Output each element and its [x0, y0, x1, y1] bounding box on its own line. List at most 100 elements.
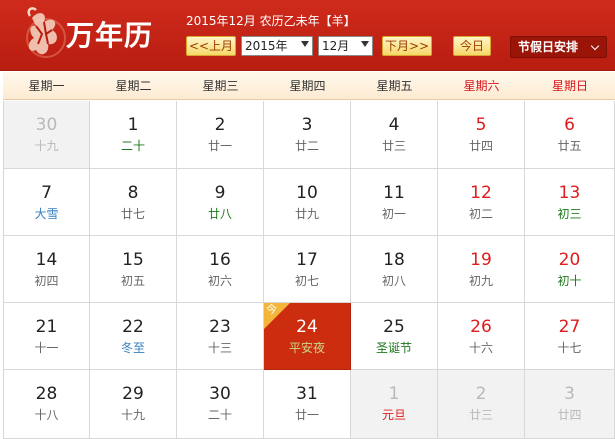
lunar-date: 廿二 [294, 139, 319, 153]
weekday-label: 星期五 [376, 79, 413, 93]
goat-logo-icon [26, 7, 66, 58]
day-cell[interactable]: 31 廿一 [264, 370, 351, 439]
weekday-label: 星期四 [289, 79, 326, 93]
day-number: 10 [296, 183, 318, 203]
next-month-button[interactable]: 下月>> [382, 36, 432, 56]
day-cell[interactable]: 16 初六 [177, 236, 264, 303]
day-cell[interactable]: 11 初一 [351, 169, 438, 236]
day-cell[interactable]: 1 二十 [90, 101, 177, 169]
weekday-label: 星期日 [551, 79, 588, 93]
day-cell[interactable]: 19 初九 [438, 236, 525, 303]
prev-month-button[interactable]: <<上月 [186, 36, 236, 56]
weekday-label: 星期一 [28, 79, 65, 93]
day-cell[interactable]: 20 初十 [525, 236, 615, 303]
day-cell[interactable]: 15 初五 [90, 236, 177, 303]
day-number: 22 [122, 317, 144, 337]
day-cell[interactable]: 29 十九 [90, 370, 177, 439]
day-cell[interactable]: 9 廿八 [177, 169, 264, 236]
today-badge-label: 今 [266, 303, 277, 316]
day-number: 24 [296, 317, 318, 337]
day-number: 12 [470, 183, 492, 203]
lunar-date: 十一 [34, 341, 59, 355]
day-cell[interactable]: 22 冬至 [90, 303, 177, 370]
day-cell[interactable]: 13 初三 [525, 169, 615, 236]
day-number: 6 [564, 115, 575, 135]
day-number: 30 [209, 384, 231, 404]
day-number: 31 [296, 384, 318, 404]
lunar-date: 平安夜 [288, 341, 325, 355]
lunar-date: 二十 [120, 139, 145, 153]
day-number: 19 [470, 250, 492, 270]
day-number: 23 [209, 317, 231, 337]
day-number: 5 [475, 115, 487, 135]
lunar-date: 初一 [381, 207, 406, 221]
lunar-date: 十八 [34, 408, 59, 422]
day-cell[interactable]: 5 廿四 [438, 101, 525, 169]
lunar-date: 十七 [557, 341, 582, 355]
lunar-date: 十三 [207, 341, 232, 355]
lunar-date: 元旦 [381, 408, 406, 422]
day-cell[interactable]: 30 二十 [177, 370, 264, 439]
day-cell[interactable]: 4 廿三 [351, 101, 438, 169]
weekday-header: 星期一 星期二 星期三 星期四 星期五 星期六 星期日 [3, 72, 615, 100]
lunar-date: 廿五 [557, 139, 582, 153]
day-cell[interactable]: 3 廿四 [525, 370, 615, 439]
chevron-down-icon [301, 41, 309, 47]
lunar-date: 廿三 [468, 408, 493, 422]
day-number: 13 [558, 183, 581, 203]
day-number: 17 [296, 250, 318, 270]
day-number: 25 [383, 317, 405, 337]
holiday-schedule-dropdown[interactable]: 节假日安排 [510, 36, 607, 58]
day-number: 9 [214, 183, 226, 203]
day-cell[interactable]: 2 廿一 [177, 101, 264, 169]
lunar-date: 廿七 [120, 207, 145, 221]
lunar-date: 十六 [468, 341, 493, 355]
day-cell[interactable]: 18 初八 [351, 236, 438, 303]
day-cell-today[interactable]: 今 24 平安夜 [264, 303, 351, 370]
day-cell[interactable]: 28 十八 [3, 370, 90, 439]
chevron-down-icon [361, 41, 369, 47]
day-number: 7 [41, 183, 52, 203]
day-number: 20 [558, 250, 581, 270]
day-cell[interactable]: 27 十七 [525, 303, 615, 370]
weekday-label: 星期二 [115, 79, 152, 93]
today-button[interactable]: 今日 [453, 36, 491, 56]
day-cell[interactable]: 26 十六 [438, 303, 525, 370]
lunar-date: 初十 [557, 274, 582, 288]
day-cell[interactable]: 12 初二 [438, 169, 525, 236]
lunar-date: 廿三 [381, 139, 406, 153]
day-number: 29 [122, 384, 144, 404]
calendar-grid: 30 十九 1 二十 2 廿一 3 廿二 4 廿三 5 廿四 6 廿五 7 大雪 8 廿七 9 廿八 10 廿九 11 初一 1… [3, 101, 615, 439]
day-cell[interactable]: 8 廿七 [90, 169, 177, 236]
day-cell[interactable]: 30 十九 [3, 101, 90, 169]
lunar-date: 圣诞节 [375, 341, 412, 355]
day-cell[interactable]: 2 廿三 [438, 370, 525, 439]
month-select-value: 12月 [322, 39, 350, 53]
day-number: 3 [564, 384, 575, 404]
day-cell[interactable]: 21 十一 [3, 303, 90, 370]
lunar-date: 十九 [34, 139, 59, 153]
calendar-header: 万年历 2015年12月 农历乙未年【羊】 <<上月 2015年 12月 下月>… [0, 0, 615, 71]
day-cell[interactable]: 7 大雪 [3, 169, 90, 236]
current-date-info: 2015年12月 农历乙未年【羊】 [186, 14, 356, 28]
lunar-date: 冬至 [120, 341, 145, 355]
day-cell[interactable]: 14 初四 [3, 236, 90, 303]
day-number: 1 [388, 384, 400, 404]
day-number: 11 [383, 183, 405, 203]
day-cell[interactable]: 17 初七 [264, 236, 351, 303]
day-number: 21 [35, 317, 58, 337]
lunar-date: 初六 [207, 274, 232, 288]
day-cell[interactable]: 1 元旦 [351, 370, 438, 439]
day-number: 1 [127, 115, 139, 135]
day-cell[interactable]: 23 十三 [177, 303, 264, 370]
day-cell[interactable]: 6 廿五 [525, 101, 615, 169]
lunar-date: 初五 [120, 274, 145, 288]
day-cell[interactable]: 25 圣诞节 [351, 303, 438, 370]
day-number: 16 [209, 250, 231, 270]
year-select[interactable]: 2015年 [241, 36, 313, 56]
day-cell[interactable]: 10 廿九 [264, 169, 351, 236]
lunar-date: 廿一 [294, 408, 319, 422]
lunar-date: 初二 [468, 207, 493, 221]
month-select[interactable]: 12月 [318, 36, 373, 56]
day-cell[interactable]: 3 廿二 [264, 101, 351, 169]
